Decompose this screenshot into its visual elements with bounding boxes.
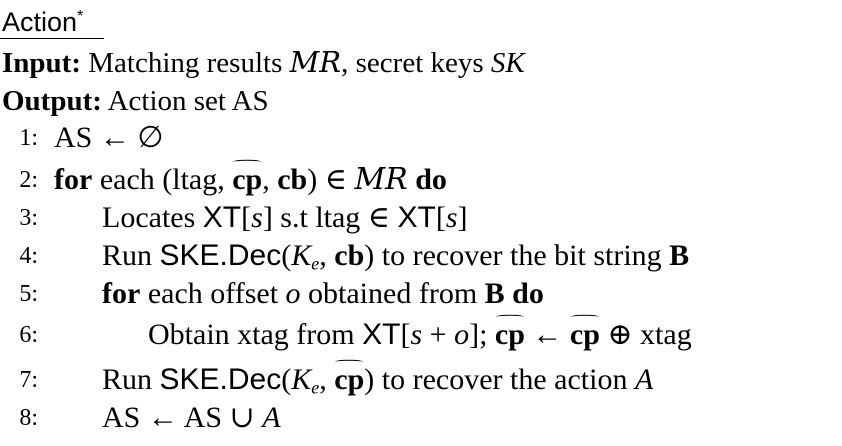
algorithm-title: Action*	[2, 7, 84, 37]
line-number: 5:	[19, 281, 38, 307]
line-number: 7:	[19, 367, 38, 393]
code-line-7: Run SKE.Dec(Ke, cp) to recover the actio…	[102, 363, 654, 398]
line-number: 3:	[19, 205, 38, 231]
code-line-6: Obtain xtag from XT[s + o]; cp ← cp ⊕ xt…	[148, 318, 692, 351]
line-number: 1:	[19, 125, 38, 151]
code-line-3: Locates XT[s] s.t ltag ∈ XT[s]	[102, 201, 468, 234]
code-line-8: AS ← AS ∪ A	[102, 401, 281, 434]
output-line: Output: Action set AS	[2, 85, 269, 117]
line-number: 4:	[19, 243, 38, 269]
line-number: 6:	[19, 322, 38, 348]
code-line-4: Run SKE.Dec(Ke, cb) to recover the bit s…	[102, 239, 690, 274]
input-label: Input:	[2, 47, 81, 79]
code-line-1: AS ← ∅	[54, 121, 164, 154]
code-line-2: for each (ltag, cp, cb) ∈ MR do	[54, 162, 447, 197]
output-label: Output:	[2, 85, 102, 117]
title-underline	[0, 38, 104, 39]
line-number: 8:	[19, 405, 38, 431]
code-line-5: for each offset o obtained from B do	[102, 277, 544, 310]
input-line: Input: Matching results MR, secret keys …	[2, 45, 525, 79]
line-number: 2:	[19, 167, 38, 193]
